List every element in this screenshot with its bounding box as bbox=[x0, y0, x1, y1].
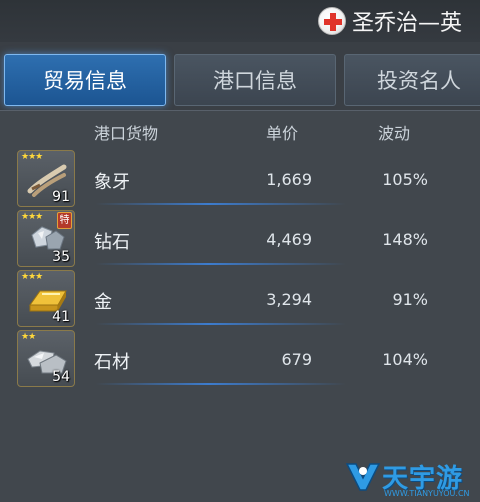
tab-bar: 贸易信息 港口信息 投资名人 bbox=[0, 54, 480, 108]
watermark-url: WWW.TIANYUYOU.CN bbox=[384, 489, 470, 498]
tab-port-info[interactable]: 港口信息 bbox=[174, 54, 336, 106]
row-divider bbox=[96, 383, 346, 385]
tab-investment-celebrities[interactable]: 投资名人 bbox=[344, 54, 480, 106]
rarity-stars: ★★ bbox=[21, 332, 36, 342]
site-watermark: 天宇游 WWW.TIANYUYOU.CN bbox=[344, 456, 480, 502]
item-quantity: 54 bbox=[52, 369, 70, 385]
row-divider bbox=[96, 203, 346, 205]
top-bar: 圣乔治—英 bbox=[0, 0, 480, 42]
goods-fluctuation: 105% bbox=[382, 170, 428, 189]
rarity-stars: ★★★ bbox=[21, 212, 43, 222]
watermark-logo-icon bbox=[345, 463, 381, 491]
table-row[interactable]: ★★★ 41 金 3,294 91% bbox=[0, 270, 480, 330]
goods-name: 金 bbox=[94, 292, 112, 313]
red-cross-icon bbox=[318, 7, 346, 35]
column-header-goods: 港口货物 bbox=[94, 124, 159, 143]
tab-trade-info[interactable]: 贸易信息 bbox=[4, 54, 166, 106]
item-quantity: 41 bbox=[52, 309, 70, 325]
port-title[interactable]: 圣乔治—英 bbox=[318, 4, 480, 38]
goods-fluctuation: 148% bbox=[382, 230, 428, 249]
goods-name: 石材 bbox=[94, 352, 130, 373]
goods-name: 钻石 bbox=[94, 232, 130, 253]
rarity-stars: ★★★ bbox=[21, 152, 43, 162]
table-row[interactable]: ★★★ 特 35 钻石 4,469 148% bbox=[0, 210, 480, 270]
table-row[interactable]: ★★★ 91 象牙 1,669 105% bbox=[0, 150, 480, 210]
goods-fluctuation: 91% bbox=[392, 290, 428, 309]
gold-bar-icon[interactable]: ★★★ 41 bbox=[17, 270, 75, 327]
row-divider bbox=[96, 263, 346, 265]
rarity-stars: ★★★ bbox=[21, 272, 43, 282]
goods-price: 4,469 bbox=[266, 230, 312, 249]
goods-fluctuation: 104% bbox=[382, 350, 428, 369]
diamond-icon[interactable]: ★★★ 特 35 bbox=[17, 210, 75, 267]
column-header-price: 单价 bbox=[266, 124, 299, 143]
port-name: 圣乔治—英 bbox=[352, 11, 463, 36]
table-row[interactable]: ★★ 54 石材 679 104% bbox=[0, 330, 480, 390]
row-divider bbox=[96, 323, 346, 325]
column-header-fluctuation: 波动 bbox=[378, 124, 411, 143]
item-quantity: 91 bbox=[52, 189, 70, 205]
goods-price: 3,294 bbox=[266, 290, 312, 309]
goods-price: 679 bbox=[281, 350, 312, 369]
goods-name: 象牙 bbox=[94, 172, 130, 193]
special-badge: 特 bbox=[57, 212, 72, 229]
item-quantity: 35 bbox=[52, 249, 70, 265]
ivory-icon[interactable]: ★★★ 91 bbox=[17, 150, 75, 207]
goods-price: 1,669 bbox=[266, 170, 312, 189]
stone-icon[interactable]: ★★ 54 bbox=[17, 330, 75, 387]
